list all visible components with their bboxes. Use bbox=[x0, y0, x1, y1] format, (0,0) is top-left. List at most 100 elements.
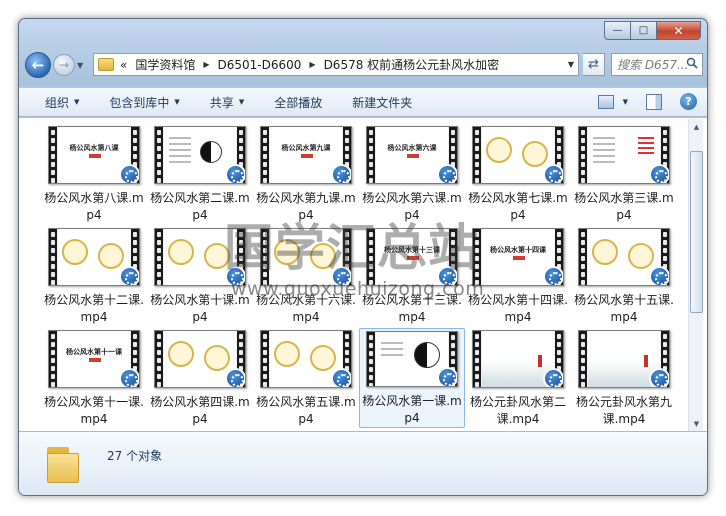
thumbnail-title: 杨公风水第十一课 bbox=[66, 348, 122, 356]
organize-menu[interactable]: 组织 ▼ bbox=[45, 94, 79, 111]
media-player-icon bbox=[649, 368, 669, 387]
back-button[interactable]: ← bbox=[25, 52, 51, 78]
refresh-button[interactable]: ⇄ bbox=[583, 53, 605, 76]
file-name: 杨公风水第五课.mp4 bbox=[256, 395, 356, 426]
video-thumbnail bbox=[48, 228, 140, 286]
file-item[interactable]: 杨公风水第八课 杨公风水第八课.mp4 bbox=[41, 124, 147, 224]
file-item[interactable]: 杨公风水第十四课 杨公风水第十四课.mp4 bbox=[465, 226, 571, 326]
share-menu[interactable]: 共享 ▼ bbox=[210, 94, 244, 111]
file-item[interactable]: 杨公元卦风水第二课.mp4 bbox=[465, 328, 571, 428]
media-player-icon bbox=[543, 164, 563, 183]
file-name: 杨公风水第七课.mp4 bbox=[468, 191, 568, 222]
thumbnail-title: 杨公风水第十四课 bbox=[490, 246, 546, 254]
thumbnail-accent bbox=[407, 154, 419, 158]
file-item[interactable]: 杨公风水第十五课.mp4 bbox=[571, 226, 677, 326]
maximize-button[interactable]: □ bbox=[631, 21, 657, 40]
navigation-bar: ← → ▼ « 国学资料馆 ▶ D6501-D6600 ▶ D6578 权前通杨… bbox=[25, 51, 703, 79]
breadcrumb-item[interactable]: D6578 权前通杨公元卦风水加密 bbox=[324, 56, 500, 73]
vertical-scrollbar[interactable]: ▲ ▼ bbox=[688, 119, 703, 431]
file-name: 杨公风水第十五课.mp4 bbox=[574, 293, 674, 324]
media-player-icon bbox=[649, 266, 669, 285]
new-folder-button[interactable]: 新建文件夹 bbox=[352, 94, 412, 111]
video-thumbnail bbox=[260, 330, 352, 388]
folder-icon bbox=[98, 58, 114, 71]
thumbnail-title: 杨公风水第八课 bbox=[69, 144, 119, 152]
file-name: 杨公风水第四课.mp4 bbox=[150, 395, 250, 426]
file-item[interactable]: 杨公风水第一课.mp4 bbox=[359, 328, 465, 428]
thumbnail-title: 杨公风水第九课 bbox=[281, 144, 331, 152]
file-item[interactable]: 杨公风水第三课.mp4 bbox=[571, 124, 677, 224]
video-thumbnail bbox=[366, 331, 458, 387]
video-thumbnail: 杨公风水第十一课 bbox=[48, 330, 140, 388]
search-icon[interactable] bbox=[686, 57, 698, 69]
video-thumbnail: 杨公风水第九课 bbox=[260, 126, 352, 184]
breadcrumb-overflow[interactable]: « bbox=[120, 58, 127, 72]
folder-icon bbox=[47, 445, 95, 483]
forward-button[interactable]: → bbox=[53, 54, 75, 76]
media-player-icon bbox=[225, 164, 245, 183]
search-placeholder: 搜索 D657... bbox=[617, 58, 689, 72]
media-player-icon bbox=[331, 164, 351, 183]
scrollbar-thumb[interactable] bbox=[690, 151, 703, 313]
file-name: 杨公元卦风水第九课.mp4 bbox=[575, 395, 672, 426]
video-thumbnail: 杨公风水第六课 bbox=[366, 126, 458, 184]
video-thumbnail: 杨公风水第八课 bbox=[48, 126, 140, 184]
search-input[interactable]: 搜索 D657... bbox=[611, 53, 703, 76]
scroll-up-arrow-icon[interactable]: ▲ bbox=[689, 119, 704, 134]
scroll-down-arrow-icon[interactable]: ▼ bbox=[689, 416, 704, 431]
preview-pane-icon[interactable] bbox=[646, 93, 662, 110]
organize-label: 组织 bbox=[45, 95, 70, 110]
file-name: 杨公风水第三课.mp4 bbox=[574, 191, 674, 222]
command-bar: 组织 ▼ 包含到库中 ▼ 共享 ▼ 全部播放 新建文件夹 ▼ ? bbox=[19, 87, 707, 117]
video-thumbnail bbox=[154, 126, 246, 184]
arrow-right-icon: → bbox=[58, 58, 70, 72]
include-in-library-menu[interactable]: 包含到库中 ▼ bbox=[109, 94, 179, 111]
video-thumbnail: 杨公风水第十四课 bbox=[472, 228, 564, 286]
view-options-dropdown[interactable]: ▼ bbox=[623, 98, 628, 106]
address-bar[interactable]: « 国学资料馆 ▶ D6501-D6600 ▶ D6578 权前通杨公元卦风水加… bbox=[93, 53, 579, 76]
media-player-icon bbox=[437, 367, 457, 386]
play-all-label: 全部播放 bbox=[274, 95, 323, 110]
video-thumbnail bbox=[472, 126, 564, 184]
share-label: 共享 bbox=[209, 95, 234, 110]
media-player-icon bbox=[225, 368, 245, 387]
address-dropdown-icon[interactable]: ▼ bbox=[568, 60, 574, 69]
video-thumbnail bbox=[578, 228, 670, 286]
file-item[interactable]: 杨公元卦风水第九课.mp4 bbox=[571, 328, 677, 428]
media-player-icon bbox=[543, 266, 563, 285]
thumbnail-accent bbox=[89, 358, 101, 362]
video-thumbnail bbox=[578, 126, 670, 184]
file-name: 杨公风水第十一课.mp4 bbox=[44, 395, 144, 426]
file-item[interactable]: 杨公风水第五课.mp4 bbox=[253, 328, 359, 428]
chevron-down-icon: ▼ bbox=[238, 98, 245, 106]
chevron-right-icon[interactable]: ▶ bbox=[309, 60, 315, 69]
video-thumbnail bbox=[154, 330, 246, 388]
change-view-icon[interactable] bbox=[597, 94, 614, 109]
media-player-icon bbox=[331, 368, 351, 387]
video-thumbnail bbox=[472, 330, 564, 388]
media-player-icon bbox=[119, 266, 139, 285]
item-count: 27 个对象 bbox=[107, 449, 163, 463]
media-player-icon bbox=[437, 164, 457, 183]
minimize-button[interactable]: — bbox=[604, 21, 631, 40]
file-name: 杨公风水第一课.mp4 bbox=[362, 394, 462, 425]
chevron-down-icon: ▼ bbox=[174, 98, 180, 106]
breadcrumb-item[interactable]: D6501-D6600 bbox=[218, 58, 302, 72]
media-player-icon bbox=[119, 368, 139, 387]
file-item[interactable]: 杨公风水第十二课.mp4 bbox=[41, 226, 147, 326]
refresh-icon: ⇄ bbox=[588, 57, 599, 72]
file-item[interactable]: 杨公风水第七课.mp4 bbox=[465, 124, 571, 224]
new-folder-label: 新建文件夹 bbox=[352, 95, 413, 110]
view-controls: ▼ ? bbox=[597, 93, 697, 110]
watermark-url: www.guoxuehuizong.com bbox=[231, 278, 485, 300]
close-button[interactable]: ✕ bbox=[657, 21, 701, 40]
file-item[interactable]: 杨公风水第四课.mp4 bbox=[147, 328, 253, 428]
recent-pages-dropdown[interactable]: ▼ bbox=[77, 61, 87, 70]
play-all-button[interactable]: 全部播放 bbox=[274, 94, 322, 111]
arrow-left-icon: ← bbox=[31, 56, 45, 74]
breadcrumb-item[interactable]: 国学资料馆 bbox=[135, 56, 195, 73]
help-icon[interactable]: ? bbox=[680, 93, 697, 110]
chevron-right-icon[interactable]: ▶ bbox=[203, 60, 209, 69]
video-thumbnail bbox=[578, 330, 670, 388]
file-item[interactable]: 杨公风水第十一课杨公风水第十一课.mp4 bbox=[41, 328, 147, 428]
